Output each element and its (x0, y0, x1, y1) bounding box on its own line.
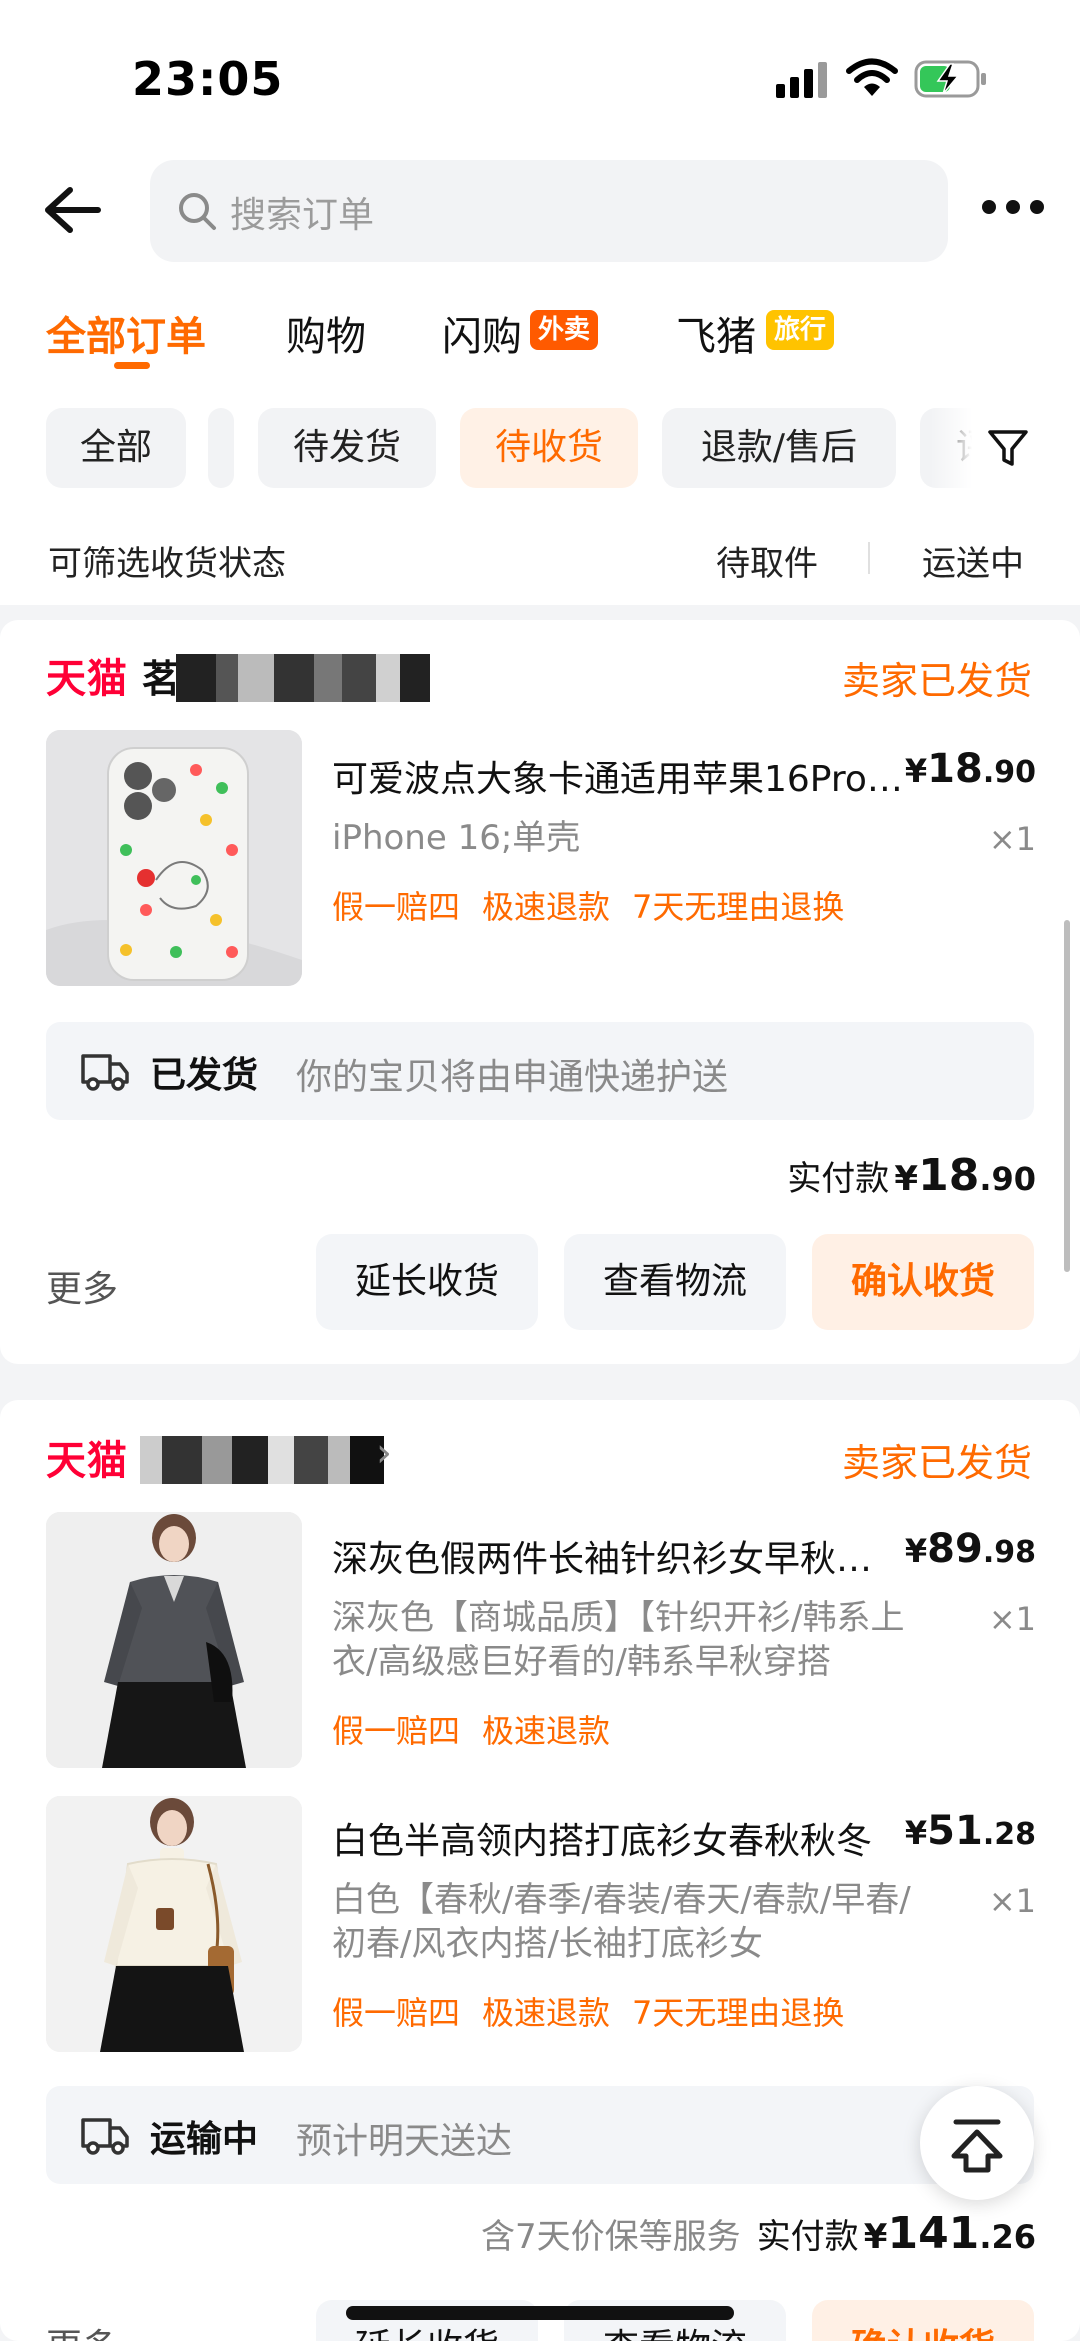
amount-paid: 实付款 ¥18.90 (787, 1150, 1036, 1201)
tab-fliggy[interactable]: 飞猪 (676, 304, 756, 362)
product-spec: 深灰色【商城品质】【针织开衫/韩系上衣/高级感巨好看的/韩系早秋穿搭 (332, 1598, 905, 1682)
battery-charging-icon (914, 60, 986, 98)
product-quantity: ×1 (988, 1600, 1036, 1638)
order-status: 卖家已发货 (841, 1441, 1032, 1485)
service-tag: 7天无理由退换 (632, 1994, 845, 2032)
product-services: 假一赔四 极速退款 7天无理由退换 (332, 1988, 866, 2034)
shipping-status-bar[interactable]: 已发货 你的宝贝将由申通快递护送 (46, 1022, 1034, 1120)
truck-icon (81, 1054, 129, 1091)
subfilter-awaiting-pickup[interactable]: 待取件 (716, 536, 818, 585)
view-logistics-button[interactable]: 查看物流 (564, 1234, 786, 1330)
tmall-logo: 天猫 (46, 656, 128, 702)
chip-awaiting-receipt[interactable]: 待收货 (460, 408, 638, 488)
product-spec: 白色【春秋/春季/春装/春天/春款/早春/初春/风衣内搭/长袖打底衫女 (332, 1880, 911, 1964)
cellular-signal-icon (776, 60, 828, 98)
service-tag: 假一赔四 (332, 1712, 461, 1750)
product-price: ¥51.28 (904, 1808, 1036, 1854)
service-tag: 极速退款 (482, 888, 611, 926)
chip-awaiting-shipment[interactable]: 待发货 (258, 408, 436, 488)
product-title[interactable]: 深灰色假两件长袖针织衫女早秋新款 (332, 1530, 892, 1582)
product-thumbnail[interactable] (46, 730, 302, 986)
order-status: 卖家已发货 (841, 659, 1032, 703)
tab-shopping[interactable]: 购物 (286, 304, 366, 362)
store-name-redacted (140, 1436, 384, 1484)
product-title[interactable]: 白色半高领内搭打底衫女春秋秋冬 (332, 1812, 892, 1864)
subfilter-label: 可筛选收货状态 (48, 544, 286, 584)
product-quantity: ×1 (988, 1882, 1036, 1920)
more-link[interactable]: 更多 (46, 2318, 118, 2341)
order-card[interactable]: 天猫 茗 卖家已发货 可爱波点大象卡通适用苹果16Pro手机壳 ¥18.90 i… (0, 620, 1080, 1364)
home-indicator[interactable] (346, 2306, 734, 2320)
order-card[interactable]: 天猫 › 卖家已发货 深灰色假两件长袖针织衫女早秋新款 ¥89.98 深灰色【商… (0, 1400, 1080, 2341)
search-placeholder: 搜索订单 (230, 195, 375, 236)
back-arrow-icon[interactable] (40, 180, 112, 240)
product-services: 假一赔四 极速退款 (332, 1706, 632, 1752)
chip-all[interactable]: 全部 (46, 408, 186, 488)
service-tag: 极速退款 (482, 1712, 611, 1750)
more-link[interactable]: 更多 (46, 1260, 118, 1312)
gray-cardigan-image (46, 1512, 302, 1768)
shipping-status: 已发货 (150, 1055, 259, 1096)
truck-icon (81, 2118, 129, 2155)
search-input[interactable]: 搜索订单 (150, 160, 948, 262)
travel-badge: 旅行 (766, 310, 835, 350)
takeout-badge: 外卖 (530, 310, 599, 350)
confirm-receipt-button[interactable]: 确认收货 (812, 2300, 1034, 2341)
product-price: ¥89.98 (904, 1526, 1036, 1572)
chip-partial[interactable] (208, 408, 234, 488)
back-to-top-icon (951, 2119, 1003, 2173)
service-tag: 极速退款 (482, 1994, 611, 2032)
header-area: 23:05 搜索订单 全部订单 购物 闪购 外卖 飞猪 旅行 全部 待发货 待收… (0, 0, 1080, 605)
product-spec: iPhone 16;单壳 (332, 818, 581, 858)
product-thumbnail[interactable] (46, 1796, 302, 2052)
status-time: 23:05 (132, 52, 284, 106)
price-protection-note: 含7天价保等服务 (481, 2217, 741, 2257)
scrollbar[interactable] (1064, 920, 1070, 1272)
amount-paid: 含7天价保等服务 实付款 ¥141.26 (481, 2208, 1036, 2259)
tmall-logo: 天猫 (46, 1438, 128, 1484)
subfilter-divider (868, 542, 870, 574)
white-turtleneck-image (46, 1796, 302, 2052)
shipping-status: 运输中 (150, 2119, 259, 2160)
tab-all-orders[interactable]: 全部订单 (46, 304, 206, 362)
product-thumbnail[interactable] (46, 1512, 302, 1768)
service-tag: 7天无理由退换 (632, 888, 845, 926)
store-chevron-right-icon[interactable]: › (376, 1430, 392, 1476)
shipping-status-bar[interactable]: 运输中 预计明天送达 (46, 2086, 1034, 2184)
store-name[interactable]: 茗 (142, 648, 180, 703)
wifi-icon (846, 58, 898, 96)
back-to-top-button[interactable] (920, 2086, 1034, 2200)
service-tag: 假一赔四 (332, 1994, 461, 2032)
subfilter-in-transit[interactable]: 运送中 (922, 536, 1024, 585)
search-icon (179, 193, 216, 230)
product-services: 假一赔四 极速退款 7天无理由退换 (332, 882, 866, 928)
phone-case-image (46, 730, 302, 986)
tab-flash-buy[interactable]: 闪购 (442, 304, 522, 362)
product-title[interactable]: 可爱波点大象卡通适用苹果16Pro手机壳 (332, 750, 912, 802)
shipping-description: 预计明天送达 (296, 2121, 513, 2162)
more-menu-icon[interactable] (982, 196, 1044, 222)
active-tab-indicator (114, 362, 150, 369)
extend-receipt-button[interactable]: 延长收货 (316, 1234, 538, 1330)
store-name-redacted (176, 654, 430, 702)
product-quantity: ×1 (988, 820, 1036, 858)
shipping-description: 你的宝贝将由申通快递护送 (296, 1057, 729, 1098)
service-tag: 假一赔四 (332, 888, 461, 926)
filter-funnel-icon[interactable] (986, 426, 1030, 470)
confirm-receipt-button[interactable]: 确认收货 (812, 1234, 1034, 1330)
chip-refund-after-sales[interactable]: 退款/售后 (662, 408, 896, 488)
product-price: ¥18.90 (904, 746, 1036, 792)
